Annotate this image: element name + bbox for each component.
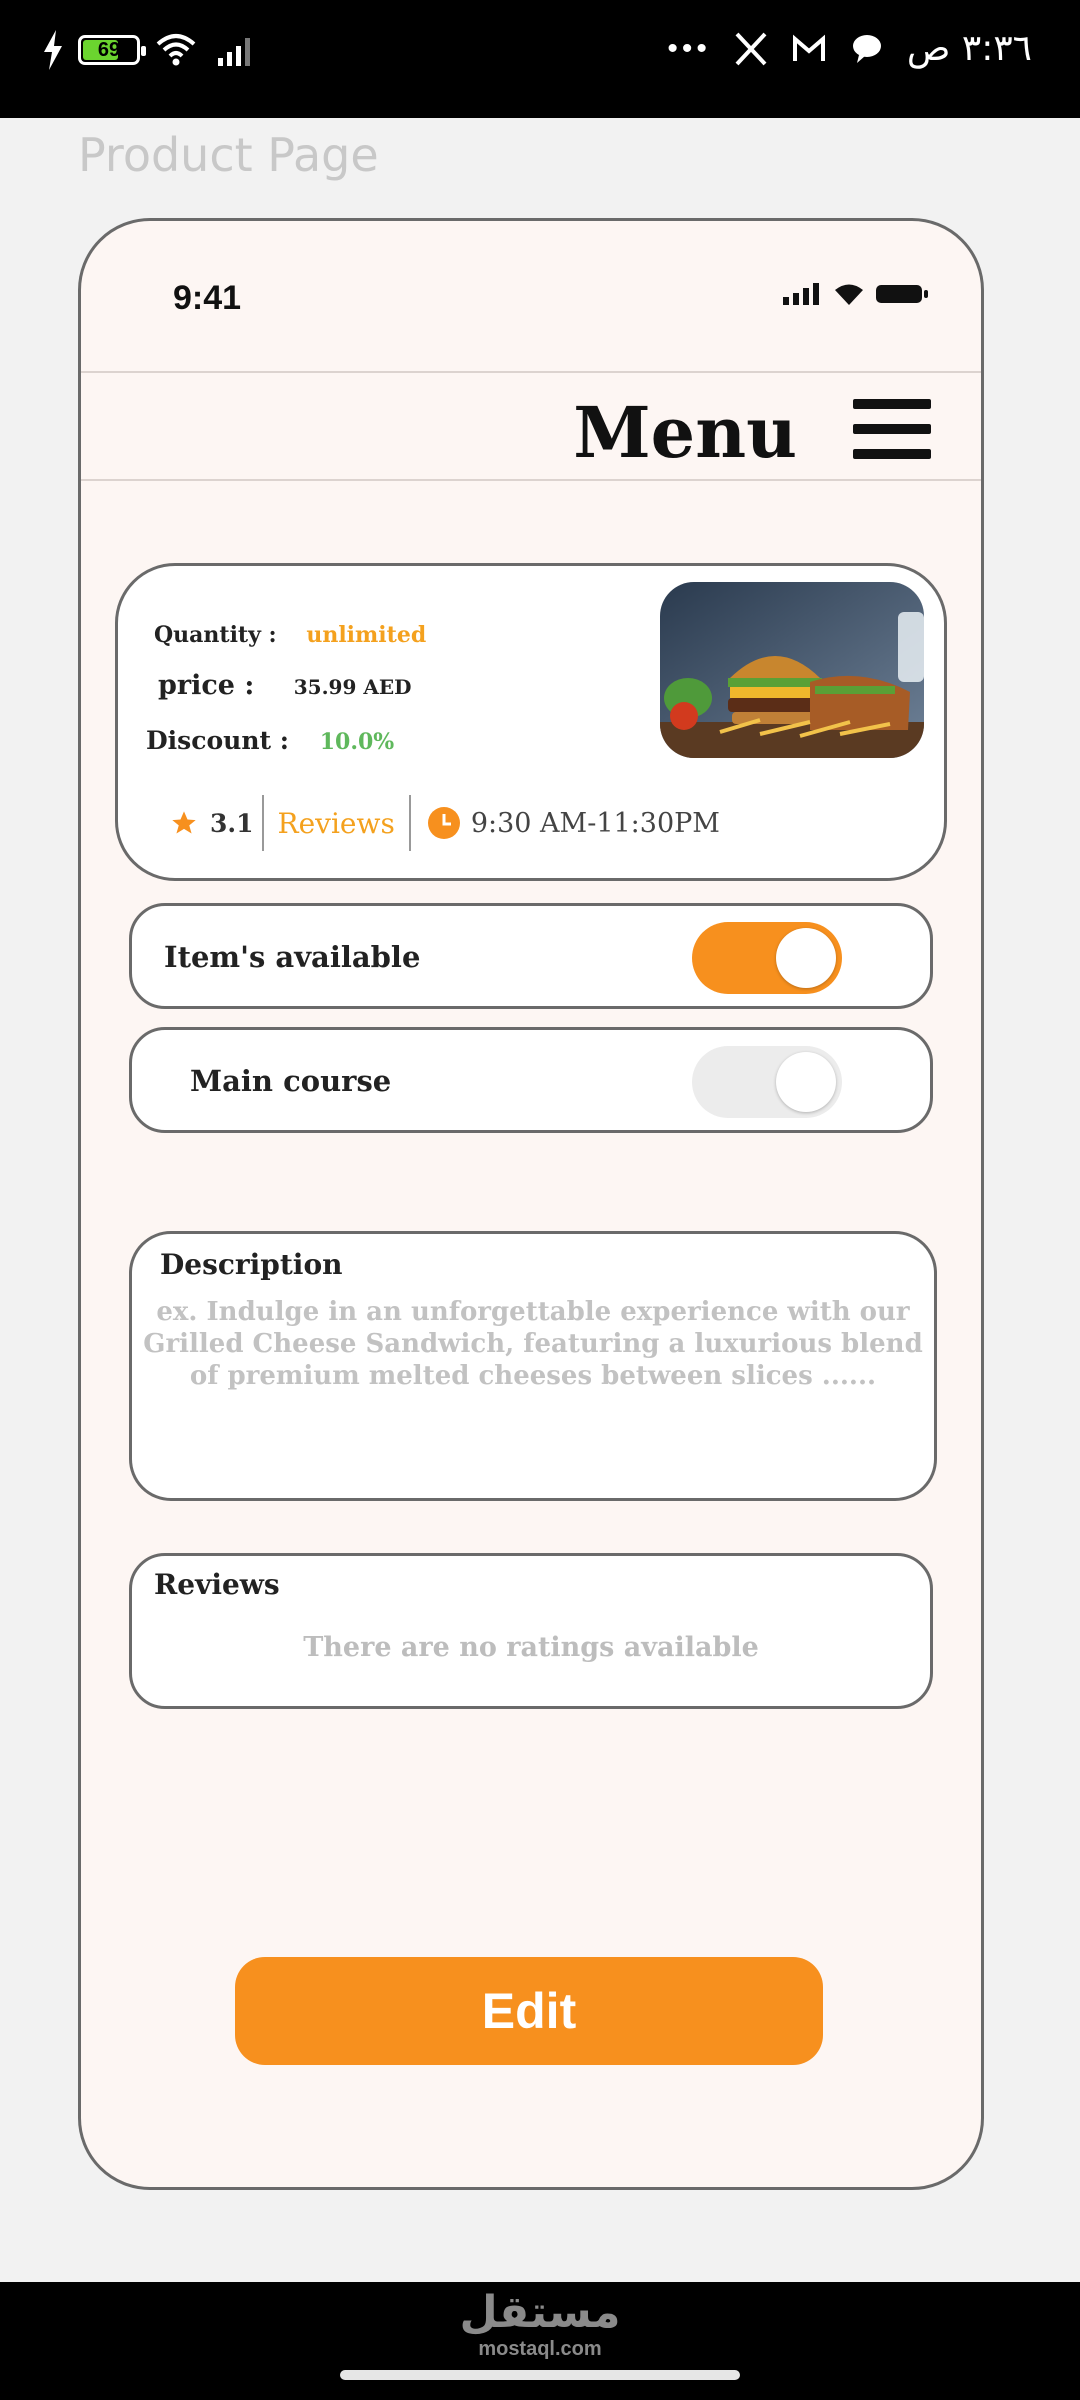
reviews-link[interactable]: Reviews <box>272 807 401 840</box>
main-course-label: Main course <box>190 1064 392 1098</box>
cellular-icon <box>783 283 819 305</box>
toggle-knob <box>776 1052 836 1112</box>
quantity-label: Quantity : <box>154 622 277 648</box>
opening-hours: 9:30 AM-11:30PM <box>470 807 720 839</box>
system-time: ٣:٣٦ ص <box>906 28 1032 69</box>
chat-bubble-icon <box>852 34 881 63</box>
x-app-icon <box>735 32 767 65</box>
menu-title: Menu <box>573 391 797 474</box>
price-value: 35.99 AED <box>293 675 412 699</box>
product-image[interactable] <box>660 582 924 758</box>
main-course-row: Main course <box>129 1027 933 1133</box>
product-meta-row: 3.1 Reviews 9:30 AM-11:30PM <box>170 794 720 852</box>
signal-icon <box>218 38 250 66</box>
page-label: Product Page <box>78 128 379 182</box>
rating-value: 3.1 <box>210 808 254 838</box>
description-input[interactable]: ex. Indulge in an unforgettable experien… <box>132 1296 934 1392</box>
item-available-row: Item's available <box>129 903 933 1009</box>
status-left: 69 <box>42 30 260 70</box>
discount-row: Discount : 10.0% <box>146 726 394 755</box>
watermark-arabic: مستقل <box>459 2287 621 2338</box>
star-icon <box>172 811 196 834</box>
price-label: price : <box>158 670 255 701</box>
device-time: 9:41 <box>173 279 242 317</box>
hamburger-menu-icon[interactable] <box>853 399 931 459</box>
more-notifications-icon: ••• <box>667 31 711 65</box>
price-row: price : 35.99 AED <box>158 670 411 701</box>
edit-button[interactable]: Edit <box>235 1957 823 2065</box>
meta-separator <box>408 795 411 851</box>
battery-icon: 69 <box>78 35 146 65</box>
home-indicator[interactable] <box>340 2370 740 2380</box>
discount-value: 10.0% <box>319 729 395 755</box>
reviews-card: Reviews There are no ratings available <box>129 1553 933 1709</box>
discount-label: Discount : <box>146 726 289 755</box>
wifi-icon <box>835 284 863 305</box>
battery-level: 69 <box>97 38 121 61</box>
phone-frame: 9:41 Menu Quantity : unlimited price : 3… <box>78 218 984 2190</box>
clock-icon <box>427 807 460 839</box>
battery-icon <box>876 285 928 303</box>
charging-icon <box>44 30 62 70</box>
watermark-latin: mostaql.com <box>478 2338 602 2360</box>
description-card[interactable]: Description ex. Indulge in an unforgetta… <box>129 1231 937 1501</box>
header-divider-top <box>81 371 981 373</box>
reviews-empty-text: There are no ratings available <box>303 1632 759 1663</box>
product-card: Quantity : unlimited price : 35.99 AED D… <box>115 563 947 881</box>
burger-photo-icon <box>660 582 924 758</box>
wifi-icon <box>156 34 196 66</box>
system-status-bar: 69 ••• ٣:٣٦ ص <box>0 0 1080 118</box>
description-title: Description <box>160 1248 343 1281</box>
meta-separator <box>261 795 264 851</box>
item-available-toggle[interactable] <box>692 922 842 994</box>
mostaql-watermark: مستقل mostaql.com <box>0 2290 1080 2361</box>
toggle-knob <box>776 928 836 988</box>
main-course-toggle[interactable] <box>692 1046 842 1118</box>
device-status-bar: 9:41 <box>81 221 981 371</box>
reviews-title: Reviews <box>154 1568 280 1601</box>
quantity-row: Quantity : unlimited <box>154 622 426 648</box>
device-status-icons <box>783 283 929 305</box>
header-divider-bottom <box>81 479 981 481</box>
status-right: ••• ٣:٣٦ ص <box>667 28 1032 69</box>
gmail-icon <box>792 34 825 61</box>
quantity-value: unlimited <box>306 622 427 648</box>
item-available-label: Item's available <box>164 940 421 974</box>
